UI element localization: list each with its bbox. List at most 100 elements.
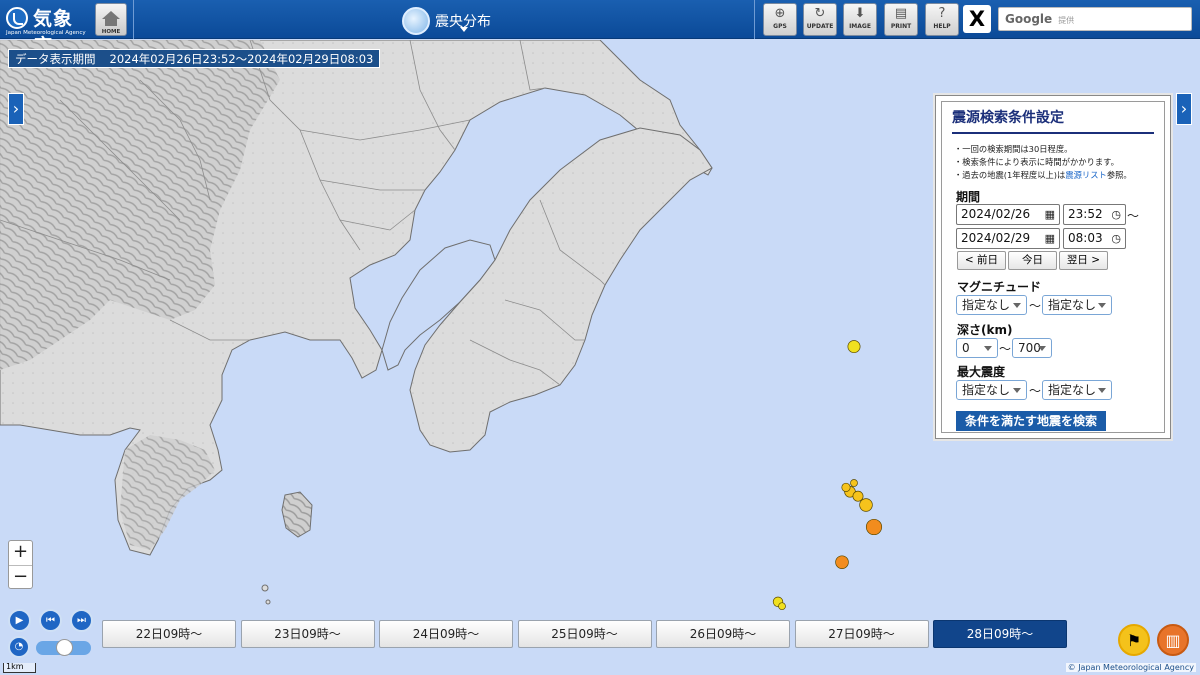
skip-back-button[interactable]: ⏮ — [39, 609, 62, 632]
home-label: HOME — [102, 29, 121, 35]
hypocenter-list-link[interactable]: 震源リスト — [1065, 170, 1107, 180]
calendar-icon: ▦ — [1044, 208, 1055, 221]
clock-icon: ◷ — [1111, 232, 1121, 245]
period-heading: 期間 — [956, 190, 981, 204]
depth-max-select[interactable]: 700 — [1012, 338, 1052, 358]
left-panel-toggle[interactable]: › — [8, 93, 24, 125]
jma-emblem-icon — [6, 7, 28, 29]
search-earthquakes-button[interactable]: 条件を満たす地震を検索 — [956, 411, 1106, 431]
epicenter-marker[interactable] — [841, 482, 851, 492]
calendar-icon: ▦ — [1044, 232, 1055, 245]
book-icon: ▥ — [1165, 631, 1181, 650]
x-share-button[interactable]: X — [963, 5, 991, 33]
start-date-input[interactable]: 2024/02/26 ▦ — [956, 204, 1060, 225]
epicenter-marker[interactable] — [835, 555, 849, 569]
printer-icon: ▤ — [894, 6, 908, 21]
header-divider — [133, 0, 134, 39]
zoom-out-button[interactable]: − — [9, 565, 32, 589]
header-divider — [754, 0, 755, 39]
period-separator: ～ — [1127, 209, 1140, 223]
time-button-4[interactable]: 26日09時～ — [656, 620, 790, 648]
depth-min-select[interactable]: 0 — [956, 338, 998, 358]
note-line-2: ・検索条件により表示に時間がかかります。 — [954, 157, 1119, 167]
prev-day-button[interactable]: < 前日 — [957, 251, 1006, 270]
panel-title: 震源検索条件設定 — [952, 110, 1064, 126]
earthquake-map-icon — [402, 7, 430, 35]
time-button-0[interactable]: 22日09時～ — [102, 620, 236, 648]
gps-label: GPS — [773, 23, 787, 30]
play-icon: ▶ — [15, 615, 24, 626]
print-label: PRINT — [890, 23, 912, 30]
epicenter-marker[interactable] — [850, 479, 858, 487]
skip-forward-button[interactable]: ⏭ — [70, 609, 93, 632]
question-icon: ? — [938, 6, 946, 21]
logo-subtitle: Japan Meteorological Agency — [6, 30, 86, 36]
magnitude-min-select[interactable]: 指定なし — [956, 295, 1027, 315]
slider-handle[interactable] — [56, 639, 73, 656]
islet — [265, 599, 271, 605]
image-button[interactable]: ⬇ IMAGE — [843, 3, 877, 36]
time-button-6[interactable]: 28日09時～ — [933, 620, 1067, 648]
intensity-heading: 最大震度 — [957, 365, 1006, 379]
magnitude-separator: ～ — [1029, 299, 1042, 313]
search-placeholder: 提供 — [1058, 16, 1075, 25]
note-line-3-text: ・過去の地震(1年程度以上)は — [954, 170, 1066, 180]
map-scale: 1km — [3, 663, 36, 673]
jma-logo[interactable]: 気象庁 Japan Meteorological Agency — [6, 4, 90, 57]
manual-button[interactable]: ▥ — [1157, 624, 1189, 656]
chevron-down-icon — [460, 27, 468, 32]
start-time-input[interactable]: 23:52 ◷ — [1063, 204, 1126, 225]
help-button[interactable]: ? HELP — [925, 3, 959, 36]
data-period-bar: データ表示期間 2024年02月26日23:52～2024年02月29日08:03 — [8, 49, 381, 68]
image-label: IMAGE — [849, 23, 871, 30]
next-day-button[interactable]: 翌日 > — [1059, 251, 1108, 270]
panel-divider — [952, 132, 1154, 134]
epicenter-marker[interactable] — [865, 518, 883, 536]
today-button[interactable]: 今日 — [1008, 251, 1057, 270]
home-button[interactable]: HOME — [95, 3, 127, 36]
copyright: © Japan Meteorological Agency — [1065, 663, 1196, 672]
epicenter-marker[interactable] — [859, 498, 873, 512]
epicenter-marker[interactable] — [852, 490, 864, 502]
intensity-separator: ～ — [1029, 384, 1042, 398]
crosshair-icon: ⊕ — [774, 6, 786, 21]
magnitude-max-select[interactable]: 指定なし — [1042, 295, 1112, 315]
chevron-right-icon: › — [12, 99, 20, 118]
intensity-max-select[interactable]: 指定なし — [1042, 380, 1112, 400]
note-line-1: ・一回の検索期間は30日程度。 — [954, 144, 1073, 154]
end-date-value: 2024/02/29 — [961, 231, 1031, 245]
page-title-menu[interactable]: 震央分布 — [402, 5, 512, 35]
depth-heading: 深さ(km) — [957, 323, 1013, 337]
epicenter-marker[interactable] — [847, 340, 861, 354]
help-label: HELP — [933, 23, 951, 30]
play-button[interactable]: ▶ — [8, 609, 31, 632]
end-time-input[interactable]: 08:03 ◷ — [1063, 228, 1126, 249]
home-icon: HOME — [102, 11, 121, 35]
right-panel-toggle[interactable]: › — [1176, 93, 1192, 125]
print-button[interactable]: ▤ PRINT — [884, 3, 918, 36]
clock-icon: ◷ — [1111, 208, 1121, 221]
epicenter-marker[interactable] — [778, 602, 786, 611]
time-button-3[interactable]: 25日09時～ — [517, 620, 652, 648]
skip-back-icon: ⏮ — [46, 615, 55, 626]
update-button[interactable]: ↻ UPDATE — [803, 3, 837, 36]
time-button-2[interactable]: 24日09時～ — [379, 620, 513, 648]
note-line-3-tail: 参照。 — [1106, 170, 1132, 180]
chevron-right-icon: › — [1180, 99, 1188, 118]
zoom-in-button[interactable]: + — [9, 541, 32, 565]
explanation-button[interactable]: ⚑ — [1118, 624, 1150, 656]
zoom-control: + − — [8, 540, 33, 589]
depth-separator: ～ — [999, 342, 1012, 356]
refresh-icon: ↻ — [814, 6, 826, 21]
end-time-value: 08:03 — [1068, 231, 1103, 245]
intensity-min-select[interactable]: 指定なし — [956, 380, 1027, 400]
site-search-input[interactable]: Google 提供 — [998, 7, 1192, 31]
google-brand: Google — [1005, 12, 1053, 26]
update-label: UPDATE — [806, 23, 834, 30]
end-date-input[interactable]: 2024/02/29 ▦ — [956, 228, 1060, 249]
start-date-value: 2024/02/26 — [961, 207, 1031, 221]
gps-button[interactable]: ⊕ GPS — [763, 3, 797, 36]
time-button-1[interactable]: 23日09時～ — [240, 620, 375, 648]
time-button-5[interactable]: 27日09時～ — [794, 620, 929, 648]
app-header: 気象庁 Japan Meteorological Agency HOME 震央分… — [0, 0, 1200, 57]
